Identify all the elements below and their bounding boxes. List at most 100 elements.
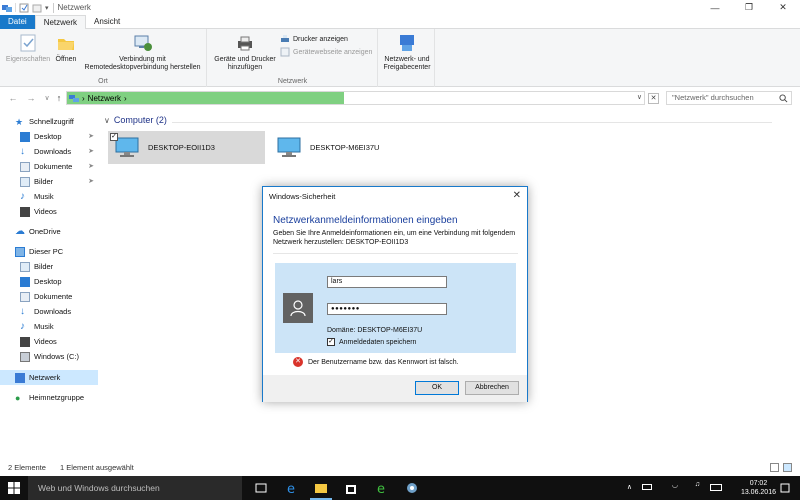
tile-checkbox[interactable]: ✓ <box>110 133 118 141</box>
ribbon-group-center: Netzwerk- und Freigabecenter <box>379 29 435 87</box>
nav-pc-bilder[interactable]: Bilder <box>0 259 98 274</box>
tab-ansicht[interactable]: Ansicht <box>86 15 128 29</box>
windows-logo-icon <box>8 482 20 494</box>
open-folder-icon <box>58 39 74 50</box>
forward-arrow-icon[interactable]: → <box>24 91 38 105</box>
dialog-button-bar: OK Abbrechen <box>263 375 527 402</box>
group-header-label: Computer (2) <box>113 115 167 125</box>
address-dropdown-icon[interactable]: ∨ <box>637 92 642 104</box>
tray-overflow-icon[interactable]: ∧ <box>627 483 632 491</box>
password-field[interactable]: ●●●●●●● <box>327 303 447 315</box>
large-icons-view-icon[interactable] <box>783 463 792 472</box>
ribbon-group-netzwerk: Geräte und Drucker hinzufügen Drucker an… <box>208 29 378 87</box>
nav-pc-downloads[interactable]: ↓ Downloads <box>0 304 98 319</box>
ie-browser-icon[interactable]: e <box>375 481 389 495</box>
properties-icon <box>20 34 36 52</box>
geraete-hinzufuegen-button[interactable]: Geräte und Drucker hinzufügen <box>210 33 280 72</box>
battery-icon[interactable] <box>642 484 652 490</box>
nav-quick-access[interactable]: ★ Schnellzugriff <box>0 114 98 129</box>
nav-quick-downloads[interactable]: ↓ Downloads ➤ <box>0 144 98 159</box>
eigenschaften-button[interactable]: Eigenschaften <box>4 33 52 64</box>
nav-homegroup[interactable]: ● Heimnetzgruppe <box>0 390 98 405</box>
nav-pc-drive-c[interactable]: Windows (C:) <box>0 349 98 364</box>
geraete-label-line2: hinzufügen <box>227 64 263 71</box>
nav-network[interactable]: Netzwerk <box>0 370 98 385</box>
nav-this-pc[interactable]: Dieser PC <box>0 244 98 259</box>
keyboard-icon[interactable] <box>710 484 722 491</box>
tab-datei[interactable]: Datei <box>0 15 35 29</box>
credentials-dialog: Windows-Sicherheit ✕ Netzwerkanmeldeinfo… <box>262 186 528 402</box>
window-controls: — ❐ ✕ <box>698 0 800 15</box>
ribbon: Eigenschaften Öffnen Verbindung mit Remo… <box>0 29 800 87</box>
network-center-icon <box>400 35 414 51</box>
breadcrumb-netzwerk[interactable]: Netzwerk <box>88 94 121 103</box>
remotedesktop-label-line2: Remotedesktopverbindung herstellen <box>84 64 201 71</box>
clock[interactable]: 07:02 13.06.2016 <box>741 479 776 497</box>
nav-pc-musik[interactable]: ♪ Musik <box>0 319 98 334</box>
taskbar-search-input[interactable]: Web und Windows durchsuchen <box>28 476 242 500</box>
drive-icon <box>20 351 30 362</box>
oeffnen-button[interactable]: Öffnen <box>52 33 80 64</box>
username-field[interactable]: lars <box>327 276 447 288</box>
network-tool-icon[interactable] <box>405 481 419 495</box>
cancel-button[interactable]: Abbrechen <box>465 381 519 395</box>
nav-quick-bilder[interactable]: Bilder ➤ <box>0 174 98 189</box>
edge-browser-icon[interactable]: e <box>285 481 299 495</box>
notifications-icon[interactable] <box>778 481 792 495</box>
drucker-anzeigen-button[interactable]: Drucker anzeigen <box>280 34 348 44</box>
breadcrumb-chevron-end[interactable]: › <box>124 94 127 103</box>
drucker-anzeigen-label: Drucker anzeigen <box>293 35 348 43</box>
computer-tile-eoii1d3[interactable]: ✓ DESKTOP-EOII1D3 <box>108 131 265 164</box>
nav-pc-videos[interactable]: Videos <box>0 334 98 349</box>
geraetewebseite-button[interactable]: Gerätewebseite anzeigen <box>280 47 372 57</box>
maximize-button[interactable]: ❐ <box>732 0 766 15</box>
details-view-icon[interactable] <box>770 463 779 472</box>
nav-quick-desktop[interactable]: Desktop ➤ <box>0 129 98 144</box>
start-button[interactable] <box>0 476 28 500</box>
credential-tile[interactable]: lars ●●●●●●● Domäne: DESKTOP-M6EI37U ✓ A… <box>275 263 516 353</box>
search-input[interactable]: "Netzwerk" durchsuchen <box>666 91 792 105</box>
group-header-computer[interactable]: ∨ Computer (2) <box>104 115 167 125</box>
back-arrow-icon[interactable]: ← <box>6 91 20 105</box>
volume-icon[interactable]: ♫ <box>695 481 700 488</box>
tab-netzwerk[interactable]: Netzwerk <box>34 15 87 30</box>
remember-credentials[interactable]: ✓ Anmeldedaten speichern <box>327 338 416 346</box>
wifi-icon[interactable]: ◡ <box>672 481 678 489</box>
view-switcher <box>770 463 792 472</box>
nav-this-pc-label: Dieser PC <box>29 247 64 256</box>
nav-pc-desktop[interactable]: Desktop <box>0 274 98 289</box>
netzwerk-freigabecenter-button[interactable]: Netzwerk- und Freigabecenter <box>381 33 433 72</box>
pictures-icon <box>20 261 30 272</box>
nav-quick-videos[interactable]: Videos <box>0 204 98 219</box>
computer-tile-m6ei37u[interactable]: DESKTOP-M6EI37U <box>270 131 427 164</box>
nav-quick-dokumente[interactable]: Dokumente ➤ <box>0 159 98 174</box>
address-bar[interactable]: › Netzwerk › ∨ <box>66 91 645 105</box>
collapse-chevron-icon[interactable]: ∨ <box>104 116 110 125</box>
geraete-label-line1: Geräte und Drucker <box>214 56 276 63</box>
nav-onedrive[interactable]: ☁ OneDrive <box>0 224 98 239</box>
task-view-icon[interactable] <box>254 481 268 495</box>
dialog-description: Geben Sie Ihre Anmeldeinformationen ein,… <box>273 230 516 246</box>
remember-checkbox[interactable]: ✓ <box>327 338 335 346</box>
ok-button[interactable]: OK <box>415 381 459 395</box>
network-app-icon[interactable] <box>2 3 12 13</box>
store-icon[interactable] <box>344 481 358 495</box>
close-button[interactable]: ✕ <box>766 0 800 15</box>
dialog-close-icon[interactable]: ✕ <box>513 190 521 201</box>
remotedesktop-button[interactable]: Verbindung mit Remotedesktopverbindung h… <box>80 33 205 72</box>
clock-date: 13.06.2016 <box>740 489 776 496</box>
pin-icon: ➤ <box>88 178 94 185</box>
minimize-button[interactable]: — <box>698 0 732 15</box>
breadcrumb-chevron: › <box>82 93 85 103</box>
nav-pc-dokumente[interactable]: Dokumente <box>0 289 98 304</box>
up-arrow-icon[interactable]: ↑ <box>52 91 66 105</box>
new-folder-icon[interactable] <box>32 3 42 13</box>
download-icon: ↓ <box>20 145 25 157</box>
customize-quick-access-icon[interactable]: ▾ <box>45 4 49 12</box>
file-explorer-icon[interactable] <box>314 481 328 495</box>
stop-icon[interactable]: ✕ <box>648 93 659 104</box>
nav-homegroup-label: Heimnetzgruppe <box>29 393 85 402</box>
search-icon[interactable] <box>779 94 788 103</box>
nav-quick-musik[interactable]: ♪ Musik <box>0 189 98 204</box>
properties-icon[interactable] <box>19 3 29 13</box>
